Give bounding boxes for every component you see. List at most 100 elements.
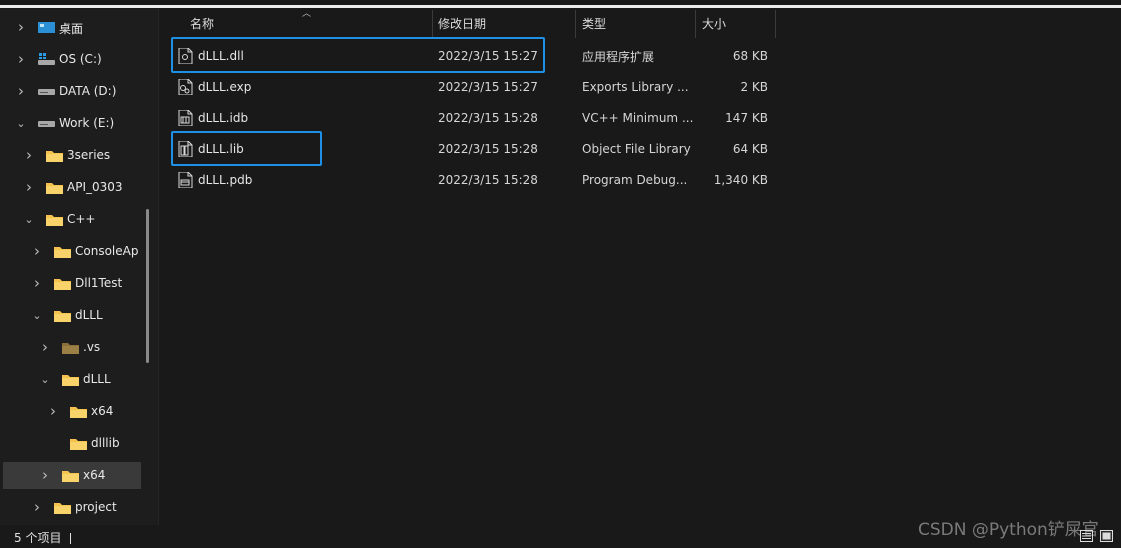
folder-icon — [54, 245, 71, 258]
details-view-icon[interactable] — [1080, 530, 1093, 542]
sidebar-item[interactable]: › x64 — [0, 398, 158, 425]
file-modified: 2022/3/15 15:27 — [438, 80, 538, 94]
highlight-box-dll — [171, 37, 545, 73]
file-type: Object File Library — [582, 142, 691, 156]
sidebar-item[interactable]: dlllib — [0, 430, 158, 457]
file-type: VC++ Minimum ... — [582, 111, 694, 125]
item-count: 5 个项目 — [14, 531, 62, 545]
chevron-right-icon[interactable]: › — [48, 402, 58, 420]
file-modified: 2022/3/15 15:28 — [438, 173, 538, 187]
sidebar-item[interactable]: › x64 — [3, 462, 141, 489]
sidebar-item[interactable]: › .vs — [0, 334, 158, 361]
sidebar-item-label: ConsoleAp — [75, 244, 139, 258]
chevron-right-icon[interactable]: › — [32, 498, 42, 516]
folder-icon — [70, 437, 87, 450]
file-modified: 2022/3/15 15:28 — [438, 111, 538, 125]
file-type: Program Debug... — [582, 173, 688, 187]
idb-file-icon — [178, 109, 193, 127]
sidebar-item-label: Work (E:) — [59, 116, 115, 130]
folder-icon — [70, 405, 87, 418]
sidebar-item[interactable]: › API_0303 — [0, 174, 158, 201]
folder-icon — [54, 309, 71, 322]
sidebar-item-label: dlllib — [91, 436, 120, 450]
column-separator[interactable] — [432, 10, 433, 38]
window-top-edge — [0, 5, 1121, 8]
hidden-folder-icon — [62, 341, 79, 354]
pdb-file-icon — [178, 171, 193, 189]
chevron-right-icon[interactable]: › — [32, 274, 42, 292]
chevron-down-icon[interactable]: ⌄ — [40, 373, 50, 386]
sidebar-item-label: x64 — [83, 468, 106, 482]
sidebar-item[interactable]: ⌄ Work (E:) — [0, 110, 158, 137]
column-separator[interactable] — [695, 10, 696, 38]
chevron-right-icon[interactable]: › — [16, 82, 26, 100]
file-name: dLLL.idb — [198, 111, 249, 125]
chevron-down-icon[interactable]: ⌄ — [16, 117, 26, 130]
chevron-right-icon[interactable]: › — [40, 466, 50, 484]
sidebar-item-label: 桌面 — [59, 22, 84, 36]
sidebar-item-label: Dll1Test — [75, 276, 123, 290]
column-header-size[interactable]: 大小 — [702, 9, 726, 37]
file-row[interactable]: dLLL.pdb 2022/3/15 15:28 Program Debug... 1… — [170, 165, 780, 195]
sidebar-item-label: x64 — [91, 404, 114, 418]
highlight-box-lib — [171, 131, 322, 166]
exp-file-icon — [178, 78, 193, 96]
folder-icon — [54, 501, 71, 514]
column-header-type[interactable]: 类型 — [582, 9, 606, 37]
chevron-right-icon[interactable]: › — [24, 146, 34, 164]
sidebar-item[interactable]: › DATA (D:) — [0, 78, 158, 105]
sidebar-item[interactable]: ⌄ C++ — [0, 206, 158, 233]
status-separator — [70, 533, 71, 544]
sidebar-item-label: dLLL — [83, 372, 111, 386]
folder-icon — [46, 149, 63, 162]
folder-icon — [46, 181, 63, 194]
column-separator[interactable] — [575, 10, 576, 38]
file-type: Exports Library ... — [582, 80, 689, 94]
sidebar-item[interactable]: › OS (C:) — [0, 46, 158, 73]
file-size: 147 KB — [725, 111, 768, 125]
folder-icon — [62, 469, 79, 482]
chevron-down-icon[interactable]: ⌄ — [24, 213, 34, 226]
folder-icon — [54, 277, 71, 290]
drive-icon — [38, 117, 55, 130]
file-name: dLLL.pdb — [198, 173, 253, 187]
pane-divider[interactable] — [158, 9, 159, 525]
windows-drive-icon — [38, 53, 55, 66]
sidebar-item-label: dLLL — [75, 308, 103, 322]
file-size: 68 KB — [732, 49, 768, 63]
column-header-name[interactable]: 名称 — [190, 9, 214, 37]
chevron-down-icon[interactable]: ⌄ — [32, 309, 42, 322]
sort-ascending-icon: ︿ — [302, 9, 312, 19]
folder-icon — [62, 373, 79, 386]
sidebar-item[interactable]: ⌄ dLLL — [0, 302, 158, 329]
file-row[interactable]: dLLL.idb 2022/3/15 15:28 VC++ Minimum ... 1… — [170, 103, 780, 133]
sidebar-item-label: OS (C:) — [59, 52, 102, 66]
column-separator[interactable] — [775, 10, 776, 38]
chevron-right-icon[interactable]: › — [16, 50, 26, 68]
sidebar-item-label: DATA (D:) — [59, 84, 117, 98]
file-name: dLLL.exp — [198, 80, 252, 94]
large-icons-view-icon[interactable] — [1100, 530, 1113, 542]
sidebar-item-label: API_0303 — [67, 180, 123, 194]
sidebar-item[interactable]: › Dll1Test — [0, 270, 158, 297]
chevron-right-icon[interactable]: › — [40, 338, 50, 356]
folder-icon — [46, 213, 63, 226]
file-modified: 2022/3/15 15:28 — [438, 142, 538, 156]
sidebar-item-label: project — [75, 500, 117, 514]
watermark: CSDN @Python铲屎官 — [918, 520, 1099, 540]
file-type: 应用程序扩展 — [582, 49, 655, 64]
sidebar-item[interactable]: › project — [0, 494, 158, 521]
sidebar-item-label: .vs — [83, 340, 101, 354]
file-size: 2 KB — [740, 80, 768, 94]
column-header-modified[interactable]: 修改日期 — [438, 9, 486, 37]
sidebar-item[interactable]: › 桌面 — [0, 14, 158, 41]
file-row[interactable]: dLLL.exp 2022/3/15 15:27 Exports Library .… — [170, 72, 780, 102]
chevron-right-icon[interactable]: › — [32, 242, 42, 260]
chevron-right-icon[interactable]: › — [16, 18, 26, 36]
sidebar-item[interactable]: ⌄ dLLL — [0, 366, 158, 393]
desktop-icon — [38, 21, 55, 34]
sidebar-item[interactable]: › ConsoleAp — [0, 238, 158, 265]
chevron-right-icon[interactable]: › — [24, 178, 34, 196]
sidebar-item-label: C++ — [67, 212, 96, 226]
sidebar-item[interactable]: › 3series — [0, 142, 158, 169]
